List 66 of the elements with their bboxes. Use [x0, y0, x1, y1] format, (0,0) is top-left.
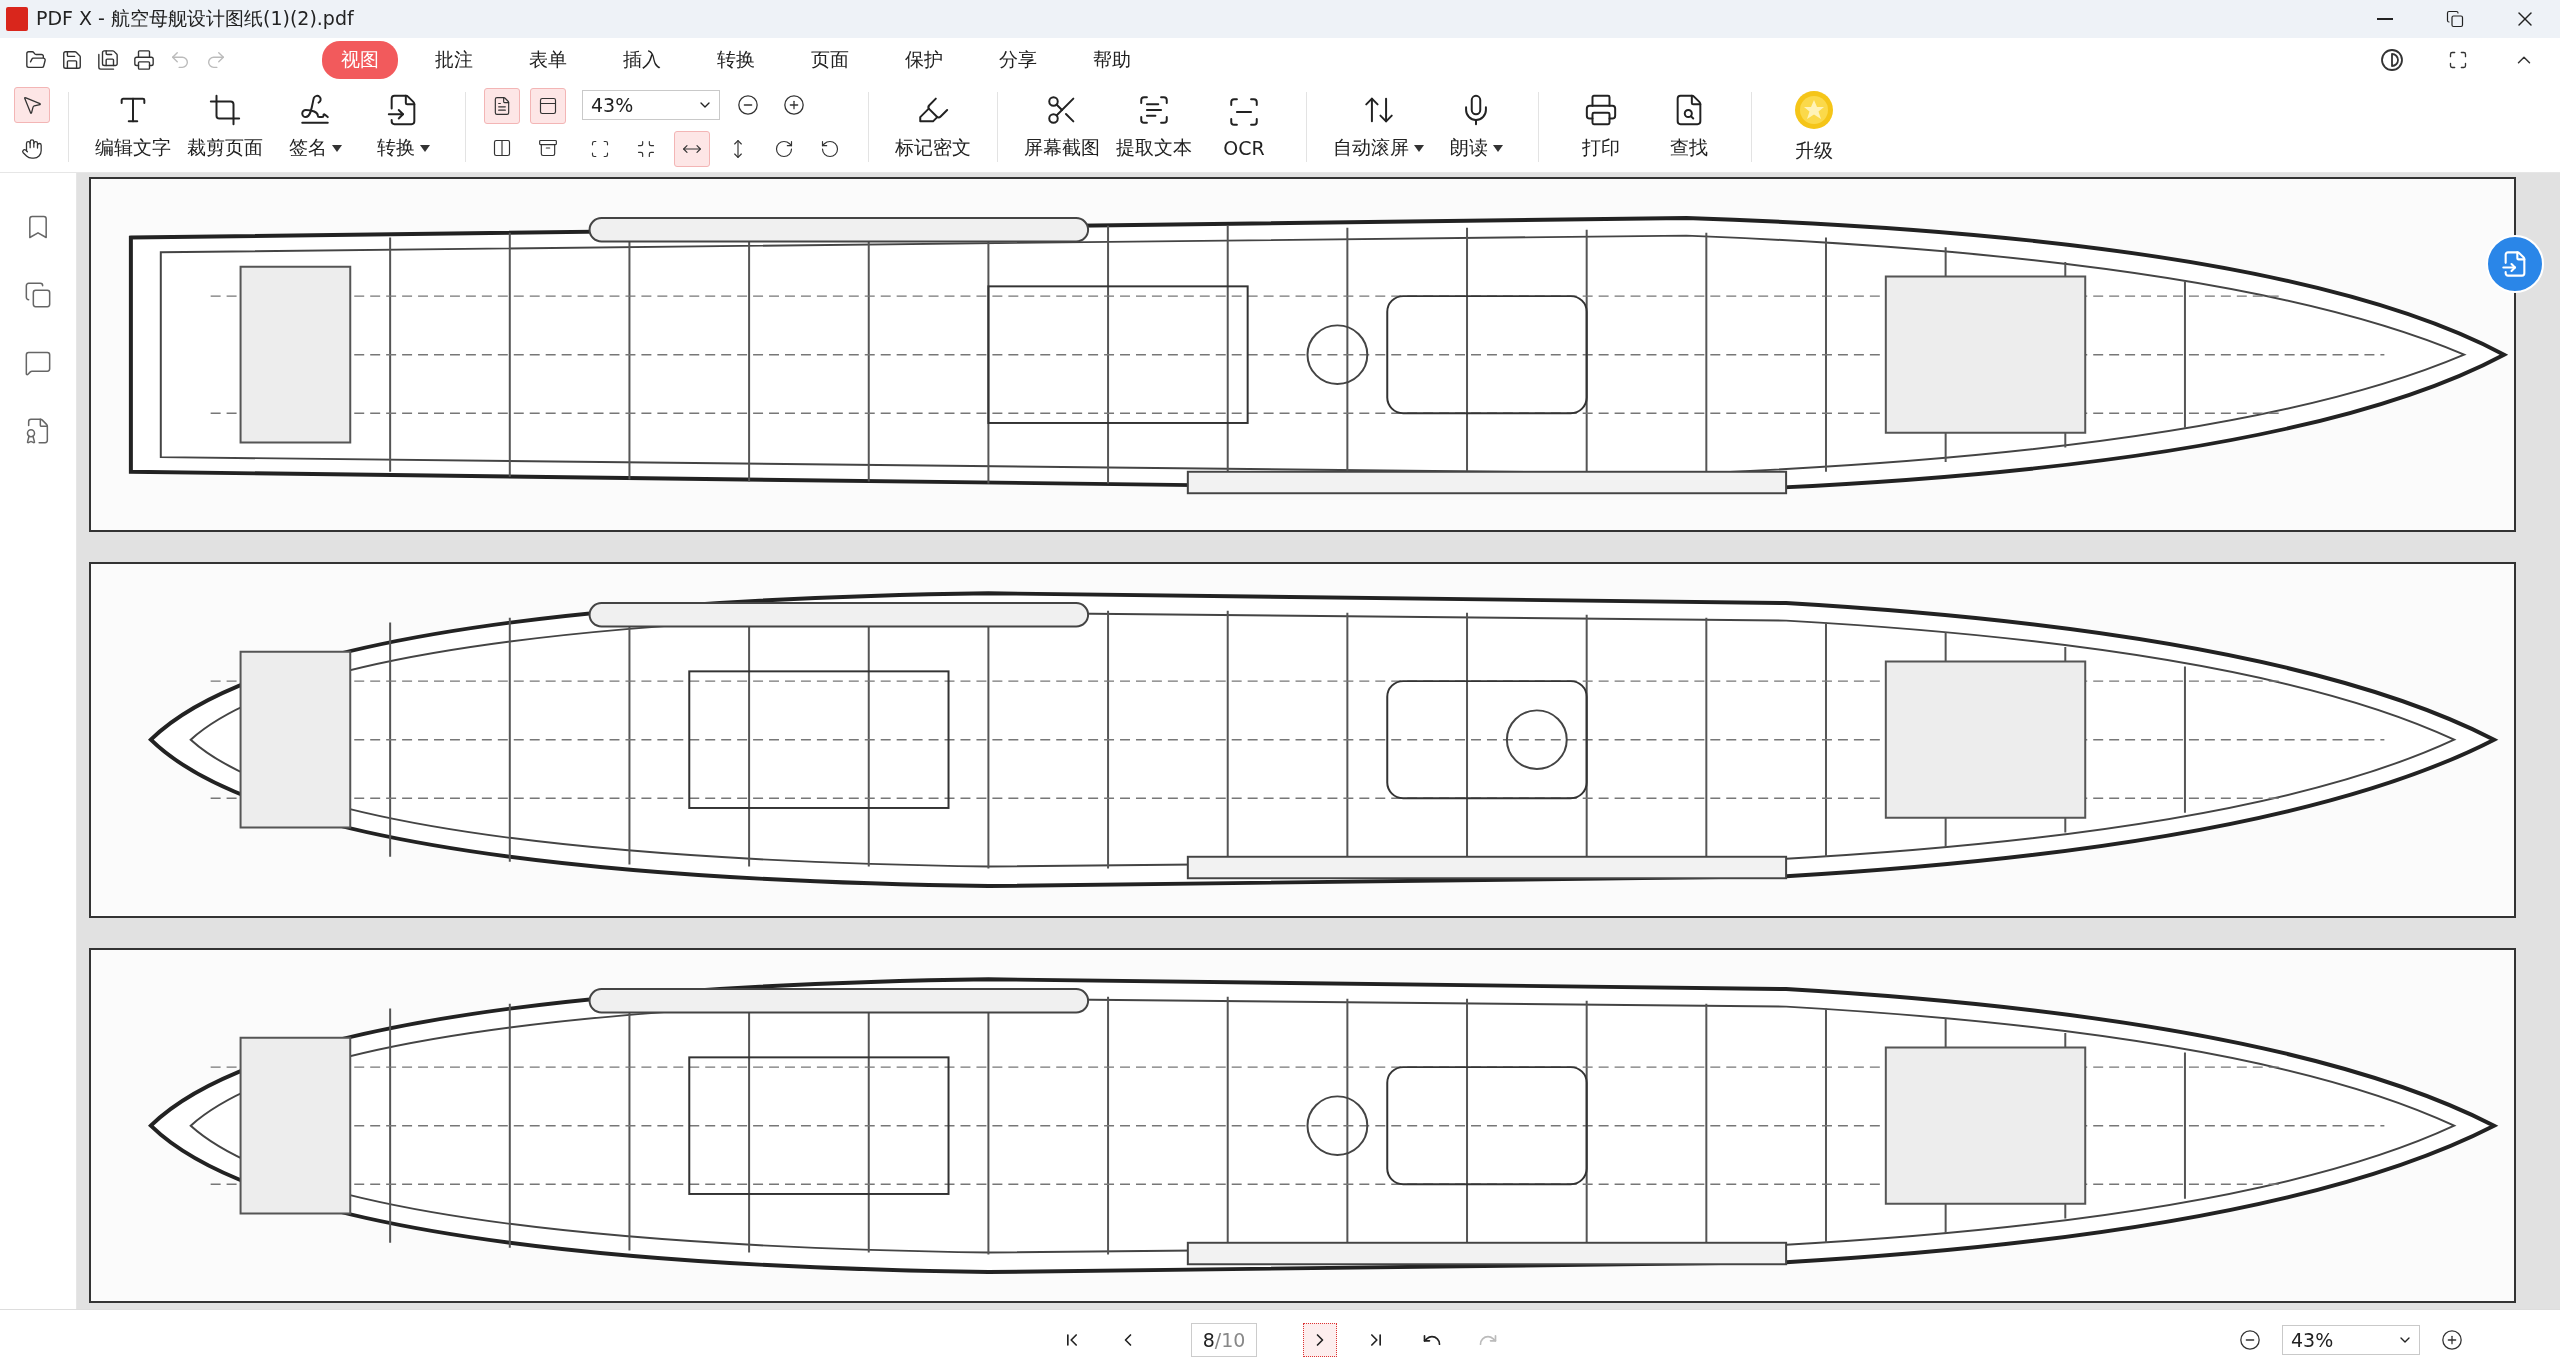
select-tool-button[interactable] — [14, 87, 50, 123]
menu-tab[interactable]: 转换 — [698, 41, 774, 79]
menu-tab[interactable]: 表单 — [510, 41, 586, 79]
zoom-in-icon — [783, 94, 805, 116]
pointer-icon — [21, 94, 43, 116]
redo-icon — [205, 49, 227, 71]
menu-tab[interactable]: 帮助 — [1074, 41, 1150, 79]
menu-tab[interactable]: 保护 — [886, 41, 962, 79]
zoom-field[interactable]: 43% — [582, 90, 720, 120]
menu-tab[interactable]: 插入 — [604, 41, 680, 79]
comment-icon — [24, 349, 52, 377]
scan-icon — [1227, 95, 1261, 129]
single-page-button[interactable] — [484, 88, 520, 124]
folder-icon — [25, 49, 47, 71]
minimize-icon — [636, 139, 656, 159]
edit-text-button[interactable]: 编辑文字 — [87, 89, 179, 165]
scan-text-icon — [1137, 93, 1171, 127]
columns-icon — [492, 138, 512, 158]
hand-icon — [21, 138, 43, 160]
rotate-left-icon — [820, 139, 840, 159]
rotate-right-icon — [774, 139, 794, 159]
extract-text-button[interactable]: 提取文本 — [1108, 89, 1200, 165]
upgrade-button[interactable]: 升级 — [1770, 86, 1858, 168]
dropdown-caret-icon — [331, 145, 342, 152]
restore-icon — [2446, 10, 2464, 28]
read-aloud-button[interactable]: 朗读 — [1432, 89, 1520, 165]
box-icon — [538, 138, 558, 158]
dropdown-caret-icon — [419, 145, 430, 152]
auto-scroll-button[interactable]: 自动滚屏 — [1325, 89, 1432, 165]
floppy-disks-icon — [97, 49, 119, 71]
crop-page-button[interactable]: 裁剪页面 — [179, 89, 271, 165]
screenshot-button[interactable]: 屏幕截图 — [1016, 89, 1108, 165]
zoom-field[interactable]: 43% — [2282, 1325, 2420, 1355]
redact-button[interactable]: 标记密文 — [887, 89, 979, 165]
menu-tab[interactable]: 页面 — [792, 41, 868, 79]
app-logo-icon — [6, 7, 28, 31]
signature-button[interactable]: 签名 — [271, 89, 359, 165]
next-page-button[interactable] — [1303, 1323, 1337, 1357]
contrast-icon — [2380, 48, 2404, 72]
page-icon — [492, 96, 512, 116]
convert-button[interactable]: 转换 — [359, 89, 447, 165]
zoom-in-icon — [2441, 1329, 2463, 1351]
signature-icon — [298, 93, 332, 127]
minimize-icon — [2377, 18, 2393, 20]
dropdown-caret-icon — [1414, 145, 1424, 152]
ocr-button[interactable]: OCR — [1200, 91, 1288, 163]
printer-icon — [133, 49, 155, 71]
page-number-field[interactable]: 8/10 — [1191, 1323, 1257, 1357]
fit-width-button[interactable] — [674, 131, 710, 167]
fullscreen-icon — [2448, 50, 2468, 70]
frame-icon — [590, 139, 610, 159]
pages-icon — [24, 281, 52, 309]
zoom-out-icon — [737, 94, 759, 116]
window-title: PDF X - 航空母舰设计图纸(1)(2).pdf — [36, 6, 355, 31]
menu-tab[interactable]: 批注 — [416, 41, 492, 79]
crop-icon — [208, 93, 242, 127]
panel-icon — [538, 96, 558, 116]
undo-icon — [169, 49, 191, 71]
menu-tab[interactable]: 分享 — [980, 41, 1056, 79]
print-button[interactable]: 打印 — [1557, 89, 1645, 165]
find-button[interactable]: 查找 — [1645, 89, 1733, 165]
dropdown-caret-icon — [1492, 145, 1503, 152]
zoom-out-icon — [2239, 1329, 2261, 1351]
coin-icon — [1794, 90, 1834, 130]
printer-icon — [1584, 93, 1618, 127]
continuous-page-button[interactable] — [530, 88, 566, 124]
